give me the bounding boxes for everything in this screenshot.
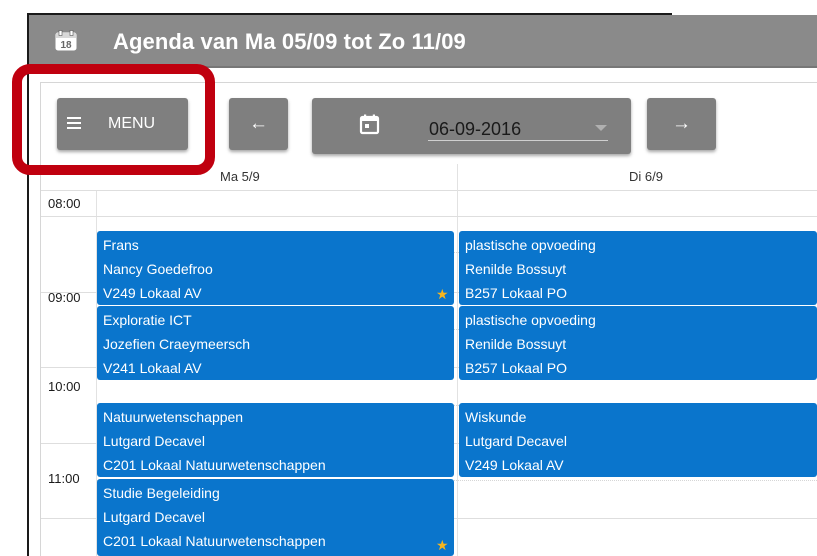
calendar-event[interactable]: Studie Begeleiding Lutgard Decavel C201 … bbox=[97, 479, 454, 556]
event-room: B257 Lokaal PO bbox=[465, 285, 567, 301]
day-column-divider bbox=[457, 164, 458, 556]
time-label: 10:00 bbox=[48, 379, 81, 394]
event-subject: Frans bbox=[103, 237, 139, 253]
calendar-event[interactable]: Natuurwetenschappen Lutgard Decavel C201… bbox=[97, 403, 454, 477]
date-picker[interactable]: 06-09-2016 bbox=[312, 98, 631, 154]
calendar-event[interactable]: plastische opvoeding Renilde Bossuyt B25… bbox=[459, 306, 817, 380]
calendar-18-icon: 18 bbox=[55, 30, 77, 51]
event-subject: Studie Begeleiding bbox=[103, 485, 220, 501]
title-bar: 18 Agenda van Ma 05/09 tot Zo 11/09 bbox=[29, 15, 817, 68]
event-room: B257 Lokaal PO bbox=[465, 360, 567, 376]
event-subject: Exploratie ICT bbox=[103, 312, 192, 328]
event-teacher: Lutgard Decavel bbox=[103, 433, 205, 449]
event-subject: plastische opvoeding bbox=[465, 237, 596, 253]
chevron-down-icon[interactable] bbox=[595, 125, 607, 131]
event-teacher: Nancy Goedefroo bbox=[103, 261, 213, 277]
time-label: 09:00 bbox=[48, 290, 81, 305]
calendar-event[interactable]: Exploratie ICT Jozefien Craeymeersch V24… bbox=[97, 306, 454, 380]
event-room: C201 Lokaal Natuurwetenschappen bbox=[103, 457, 326, 473]
event-teacher: Lutgard Decavel bbox=[465, 433, 567, 449]
page-title: Agenda van Ma 05/09 tot Zo 11/09 bbox=[113, 29, 466, 54]
event-subject: plastische opvoeding bbox=[465, 312, 596, 328]
day-header-tuesday: Di 6/9 bbox=[629, 169, 663, 184]
hour-line bbox=[41, 216, 817, 217]
arrow-right-icon: → bbox=[672, 113, 691, 134]
event-room: V249 Lokaal AV bbox=[103, 285, 202, 301]
date-value: 06-09-2016 bbox=[429, 119, 522, 139]
date-input[interactable]: 06-09-2016 bbox=[428, 111, 608, 141]
svg-text:18: 18 bbox=[60, 40, 72, 51]
event-teacher: Renilde Bossuyt bbox=[465, 336, 567, 352]
menu-highlight-annotation bbox=[12, 64, 215, 175]
time-label: 11:00 bbox=[48, 471, 80, 486]
event-room: C201 Lokaal Natuurwetenschappen bbox=[103, 533, 326, 549]
calendar-event[interactable]: plastische opvoeding Renilde Bossuyt B25… bbox=[459, 231, 817, 305]
time-label: 08:00 bbox=[48, 196, 81, 211]
header-divider bbox=[41, 190, 817, 191]
event-teacher: Renilde Bossuyt bbox=[465, 261, 567, 277]
arrow-left-icon: ← bbox=[249, 113, 268, 134]
star-icon: ★ bbox=[436, 537, 449, 553]
star-icon: ★ bbox=[436, 286, 449, 302]
event-subject: Wiskunde bbox=[465, 409, 527, 425]
calendar-content: MENU ← 06-09-2016 → Ma 5/9 Di 6/9 08:00 … bbox=[12, 64, 817, 556]
day-header-monday: Ma 5/9 bbox=[220, 169, 260, 184]
event-teacher: Jozefien Craeymeersch bbox=[103, 336, 251, 352]
calendar-event[interactable]: Wiskunde Lutgard Decavel V249 Lokaal AV bbox=[459, 403, 817, 477]
event-room: V249 Lokaal AV bbox=[465, 457, 564, 473]
next-week-button[interactable]: → bbox=[647, 98, 716, 150]
calendar-event[interactable]: Frans Nancy Goedefroo V249 Lokaal AV ★ bbox=[97, 231, 454, 305]
previous-week-button[interactable]: ← bbox=[229, 98, 288, 150]
event-room: V241 Lokaal AV bbox=[103, 360, 202, 376]
event-subject: Natuurwetenschappen bbox=[103, 409, 244, 425]
calendar-icon bbox=[359, 114, 380, 135]
event-teacher: Lutgard Decavel bbox=[103, 509, 205, 525]
agenda-page: 18 Agenda van Ma 05/09 tot Zo 11/09 MENU… bbox=[0, 0, 817, 556]
